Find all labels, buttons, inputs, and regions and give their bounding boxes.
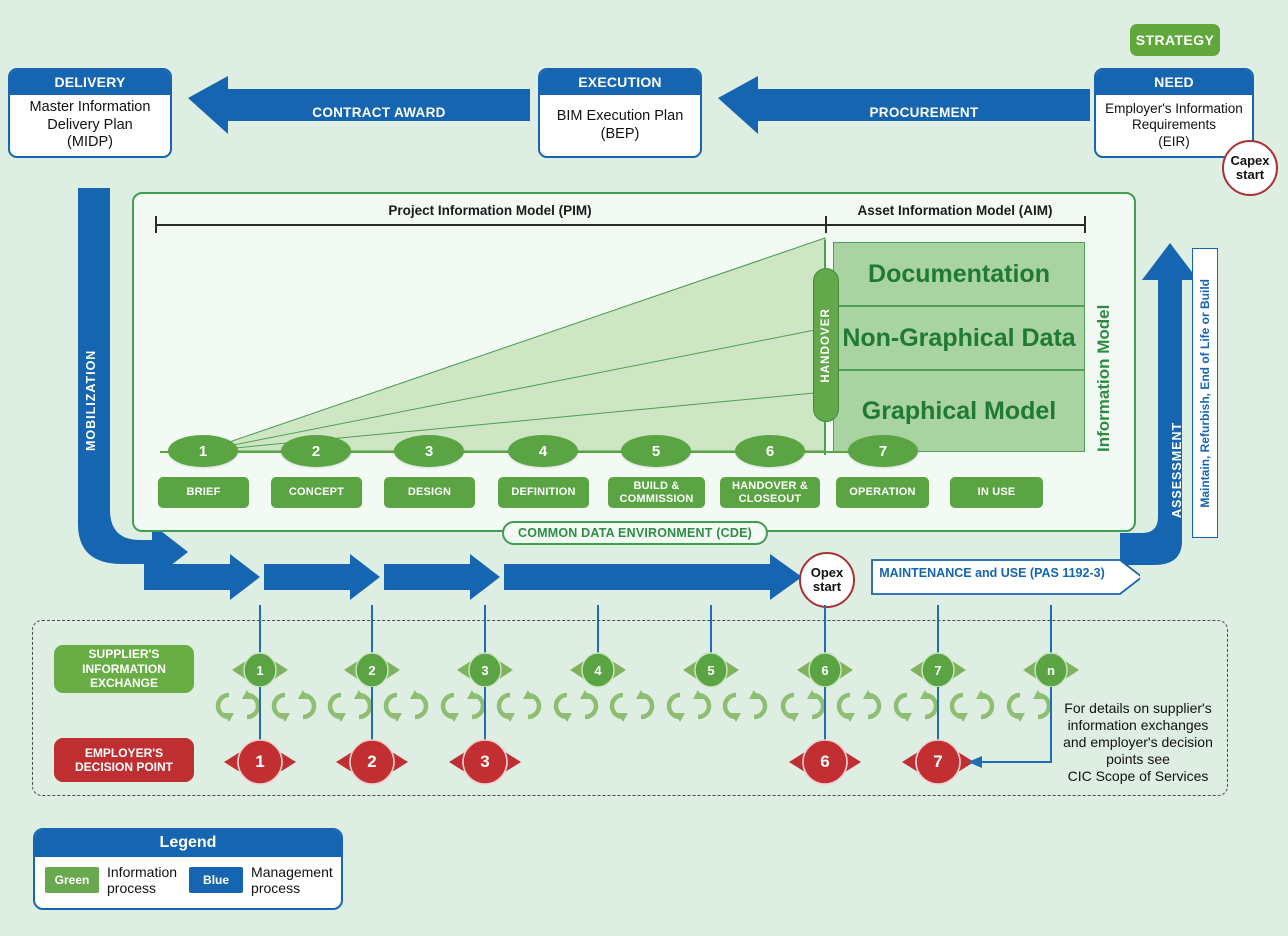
legend-text-green: Information process <box>107 864 178 897</box>
legend-text-blue: Management process <box>251 864 333 897</box>
need-header: NEED <box>1096 70 1252 95</box>
stage-label-in-use[interactable]: IN USE <box>950 477 1043 508</box>
execution-body: BIM Execution Plan (BEP) <box>556 107 684 142</box>
decision-point-6[interactable]: 6 <box>811 748 839 776</box>
supplier-point-5[interactable]: 5 <box>699 658 723 682</box>
cde-badge: COMMON DATA ENVIRONMENT (CDE) <box>502 521 768 545</box>
stage-ellipse-4[interactable]: 4 <box>508 435 578 467</box>
stage-ellipse-2[interactable]: 2 <box>281 435 351 467</box>
stage-label-operation[interactable]: OPERATION <box>836 477 929 508</box>
maintain-refurbish-box: Maintain, Refurbish, End of Life or Buil… <box>1192 248 1218 538</box>
stage-label-build-commission[interactable]: BUILD & COMMISSION <box>608 477 705 508</box>
band-non-graphical-data: Non-Graphical Data <box>833 306 1085 370</box>
decision-point-2[interactable]: 2 <box>358 748 386 776</box>
mobilization-label: MOBILIZATION <box>84 349 98 451</box>
stage-ellipse-5[interactable]: 5 <box>621 435 691 467</box>
supplier-point-4[interactable]: 4 <box>586 658 610 682</box>
supplier-point-n[interactable]: n <box>1039 658 1063 682</box>
stage-label-brief[interactable]: BRIEF <box>158 477 249 508</box>
legend-title: Legend <box>35 830 341 857</box>
band-documentation: Documentation <box>833 242 1085 306</box>
supplier-point-1[interactable]: 1 <box>248 658 272 682</box>
capex-start-marker: Capex start <box>1222 140 1278 196</box>
stage-label-design[interactable]: DESIGN <box>384 477 475 508</box>
contract-award-label: CONTRACT AWARD <box>312 105 446 120</box>
information-model-label: Information Model <box>1094 304 1113 452</box>
supplier-point-2[interactable]: 2 <box>360 658 384 682</box>
delivery-box: DELIVERY Master Information Delivery Pla… <box>8 68 172 158</box>
execution-box: EXECUTION BIM Execution Plan (BEP) <box>538 68 702 158</box>
need-box: NEED Employer's Information Requirements… <box>1094 68 1254 158</box>
legend-swatch-blue: Blue <box>189 867 244 894</box>
handover-pill: HANDOVER <box>813 268 839 422</box>
assessment-label: ASSESSMENT <box>1170 421 1184 519</box>
supplier-point-7[interactable]: 7 <box>926 658 950 682</box>
decision-point-1[interactable]: 1 <box>246 748 274 776</box>
delivery-header: DELIVERY <box>10 70 170 95</box>
strategy-badge: STRATEGY <box>1130 24 1220 56</box>
delivery-body: Master Information Delivery Plan (MIDP) <box>29 98 151 151</box>
stage-ellipse-3[interactable]: 3 <box>394 435 464 467</box>
decision-point-3[interactable]: 3 <box>471 748 499 776</box>
stage-label-concept[interactable]: CONCEPT <box>271 477 362 508</box>
legend-swatch-green: Green <box>45 867 99 894</box>
legend-box: Legend Green Information process Blue Ma… <box>33 828 343 910</box>
exchange-note: For details on supplier's information ex… <box>1063 700 1213 785</box>
strategy-label: STRATEGY <box>1135 32 1215 48</box>
supplier-point-3[interactable]: 3 <box>473 658 497 682</box>
execution-header: EXECUTION <box>540 70 700 95</box>
stage-ellipse-1[interactable]: 1 <box>168 435 238 467</box>
supplier-point-6[interactable]: 6 <box>813 658 837 682</box>
stage-ellipse-6[interactable]: 6 <box>735 435 805 467</box>
stage-label-handover-closeout[interactable]: HANDOVER & CLOSEOUT <box>720 477 820 508</box>
decision-point-7[interactable]: 7 <box>924 748 952 776</box>
procurement-label: PROCUREMENT <box>869 105 979 120</box>
stage-ellipse-7[interactable]: 7 <box>848 435 918 467</box>
need-body: Employer's Information Requirements (EIR… <box>1105 100 1243 149</box>
stage-label-definition[interactable]: DEFINITION <box>498 477 589 508</box>
